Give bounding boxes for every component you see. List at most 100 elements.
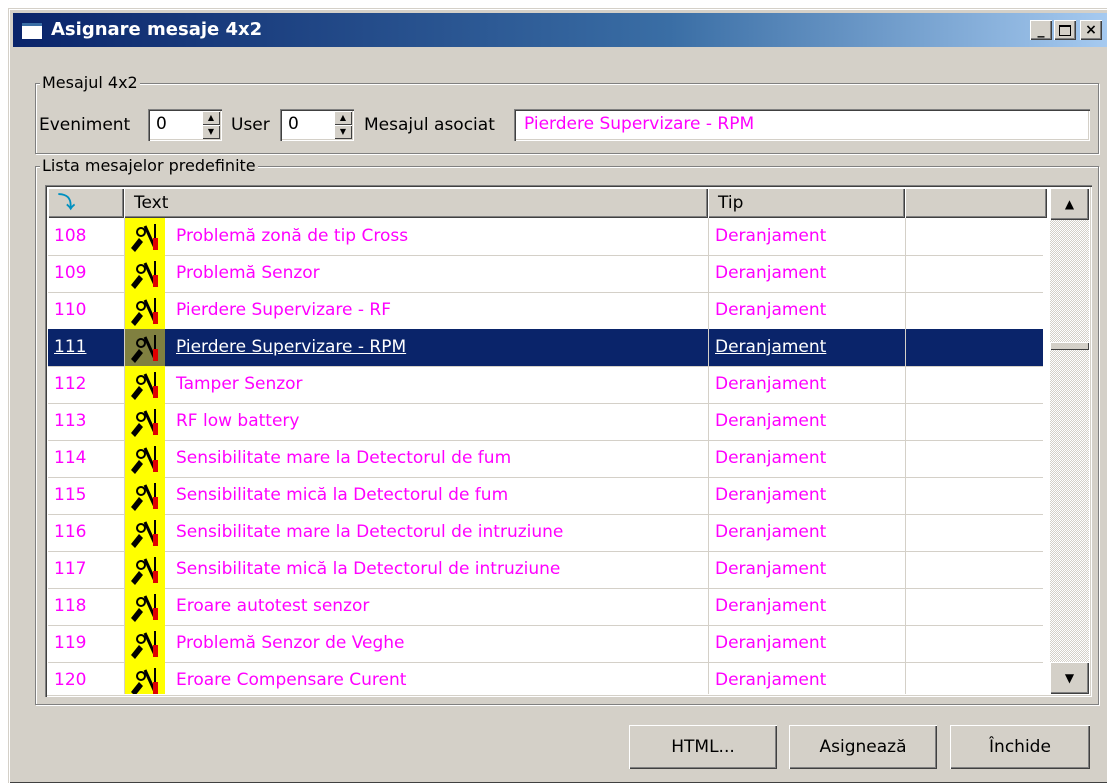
close-button[interactable]: × (1080, 20, 1102, 40)
tools-icon (125, 218, 165, 255)
row-text: Problemă zonă de tip Cross (176, 226, 409, 246)
asigneaza-button[interactable]: Asignează (789, 725, 937, 769)
row-tip: Deranjament (715, 670, 827, 690)
row-text: Tamper Senzor (176, 374, 303, 394)
table-row[interactable]: 117 Sensibilitate mică la Detectorul de i… (48, 551, 1043, 589)
scroll-up-button[interactable]: ▲ (1050, 188, 1089, 220)
table-row[interactable]: 113 RF low battery Deranjament (48, 403, 1043, 441)
table-row[interactable]: 120 Eroare Compensare Curent Deranjament (48, 662, 1043, 694)
title-bar[interactable]: Asignare mesaje 4x2 _ × (13, 13, 1107, 47)
html-button[interactable]: HTML... (629, 725, 777, 769)
row-id: 113 (54, 411, 87, 431)
row-tip: Deranjament (715, 374, 827, 394)
row-id: 108 (54, 226, 87, 246)
row-id: 115 (54, 485, 87, 505)
scroll-up-arrow-icon: ▲ (1064, 197, 1075, 211)
user-value: 0 (288, 114, 299, 134)
column-header-text[interactable]: Text (124, 188, 708, 218)
mesaj-asociat-field[interactable]: Pierdere Supervizare - RPM (514, 109, 1090, 141)
tools-icon (125, 440, 165, 477)
row-tip: Deranjament (715, 263, 827, 283)
row-tip: Deranjament (715, 300, 827, 320)
group-label-mesajul: Mesajul 4x2 (40, 73, 140, 92)
tools-icon (125, 255, 165, 292)
table-row[interactable]: 112 Tamper Senzor Deranjament (48, 366, 1043, 404)
html-button-label: HTML... (671, 737, 735, 757)
table-row[interactable]: 118 Eroare autotest senzor Deranjament (48, 588, 1043, 626)
row-text: RF low battery (176, 411, 300, 431)
row-text: Pierdere Supervizare - RF (176, 300, 392, 320)
mesaj-asociat-label: Mesajul asociat (364, 115, 495, 135)
row-id: 110 (54, 300, 87, 320)
vertical-scrollbar[interactable]: ▲ ▼ (1050, 188, 1089, 694)
tools-icon (125, 477, 165, 514)
tools-icon (125, 403, 165, 440)
row-text: Problemă Senzor de Veghe (176, 633, 405, 653)
row-id: 116 (54, 522, 87, 542)
scroll-thumb[interactable] (1050, 342, 1089, 350)
user-spinner[interactable]: 0 ▲ ▼ (280, 109, 354, 141)
row-text: Eroare Compensare Curent (176, 670, 407, 690)
tools-icon (125, 662, 165, 694)
row-id: 114 (54, 448, 87, 468)
eveniment-down-arrow-icon[interactable]: ▼ (202, 125, 220, 139)
column-header-sort[interactable]: ⤵ (48, 188, 124, 218)
tools-icon (125, 514, 165, 551)
window-title: Asignare mesaje 4x2 (51, 19, 263, 40)
row-text: Sensibilitate mare la Detectorul de fum (176, 448, 512, 468)
dialog-window: Asignare mesaje 4x2 _ × Mesajul 4x2 Even… (8, 8, 1107, 783)
row-id: 112 (54, 374, 87, 394)
minimize-button[interactable]: _ (1030, 20, 1052, 40)
table-row[interactable]: 116 Sensibilitate mare la Detectorul de i… (48, 514, 1043, 552)
row-tip: Deranjament (715, 411, 827, 431)
tools-icon (125, 551, 165, 588)
messages-list[interactable]: ⤵ Text Tip 108 Problemă zonă de tip Cross… (45, 185, 1092, 697)
maximize-button[interactable] (1054, 20, 1076, 40)
row-text: Sensibilitate mare la Detectorul de intr… (176, 522, 564, 542)
column-header-extra[interactable] (905, 188, 1047, 218)
scroll-down-button[interactable]: ▼ (1050, 662, 1089, 694)
minimize-icon: _ (1037, 22, 1045, 38)
table-row[interactable]: 119 Problemă Senzor de Veghe Deranjament (48, 625, 1043, 663)
tools-icon (125, 366, 165, 403)
row-id: 117 (54, 559, 87, 579)
row-tip: Deranjament (715, 596, 827, 616)
eveniment-up-arrow-icon[interactable]: ▲ (202, 111, 220, 125)
row-tip: Deranjament (715, 633, 827, 653)
table-row[interactable]: 111 Pierdere Supervizare - RPM Deranjament (48, 329, 1043, 367)
eveniment-label: Eveniment (39, 115, 131, 135)
tools-icon (125, 329, 165, 366)
tools-icon (125, 625, 165, 662)
row-text: Problemă Senzor (176, 263, 320, 283)
table-row[interactable]: 110 Pierdere Supervizare - RF Deranjament (48, 292, 1043, 330)
user-up-arrow-icon[interactable]: ▲ (334, 111, 352, 125)
row-id: 119 (54, 633, 87, 653)
window-icon (21, 22, 43, 40)
group-label-lista: Lista mesajelor predefinite (40, 156, 258, 175)
table-row[interactable]: 115 Sensibilitate mică la Detectorul de f… (48, 477, 1043, 515)
user-down-arrow-icon[interactable]: ▼ (334, 125, 352, 139)
inchide-button-label: Închide (989, 737, 1051, 757)
row-text: Eroare autotest senzor (176, 596, 370, 616)
asigneaza-button-label: Asignează (819, 737, 907, 757)
row-tip: Deranjament (715, 485, 827, 505)
rows-container: 108 Problemă zonă de tip Cross Deranjament… (48, 218, 1043, 694)
row-id: 111 (54, 337, 87, 357)
mesaj-asociat-value: Pierdere Supervizare - RPM (524, 114, 755, 134)
close-icon: × (1085, 22, 1097, 38)
row-id: 120 (54, 670, 87, 690)
row-tip: Deranjament (715, 226, 827, 246)
table-row[interactable]: 114 Sensibilitate mare la Detectorul de f… (48, 440, 1043, 478)
eveniment-spinner[interactable]: 0 ▲ ▼ (148, 109, 222, 141)
column-header-tip[interactable]: Tip (708, 188, 905, 218)
row-text: Sensibilitate mică la Detectorul de fum (176, 485, 509, 505)
table-row[interactable]: 108 Problemă zonă de tip Cross Deranjament (48, 218, 1043, 256)
sort-arrow-icon: ⤵ (58, 193, 75, 213)
row-tip: Deranjament (715, 337, 827, 357)
tools-icon (125, 588, 165, 625)
inchide-button[interactable]: Închide (950, 725, 1090, 769)
user-label: User (231, 115, 270, 135)
table-row[interactable]: 109 Problemă Senzor Deranjament (48, 255, 1043, 293)
scroll-down-arrow-icon: ▼ (1064, 671, 1075, 685)
row-id: 118 (54, 596, 87, 616)
